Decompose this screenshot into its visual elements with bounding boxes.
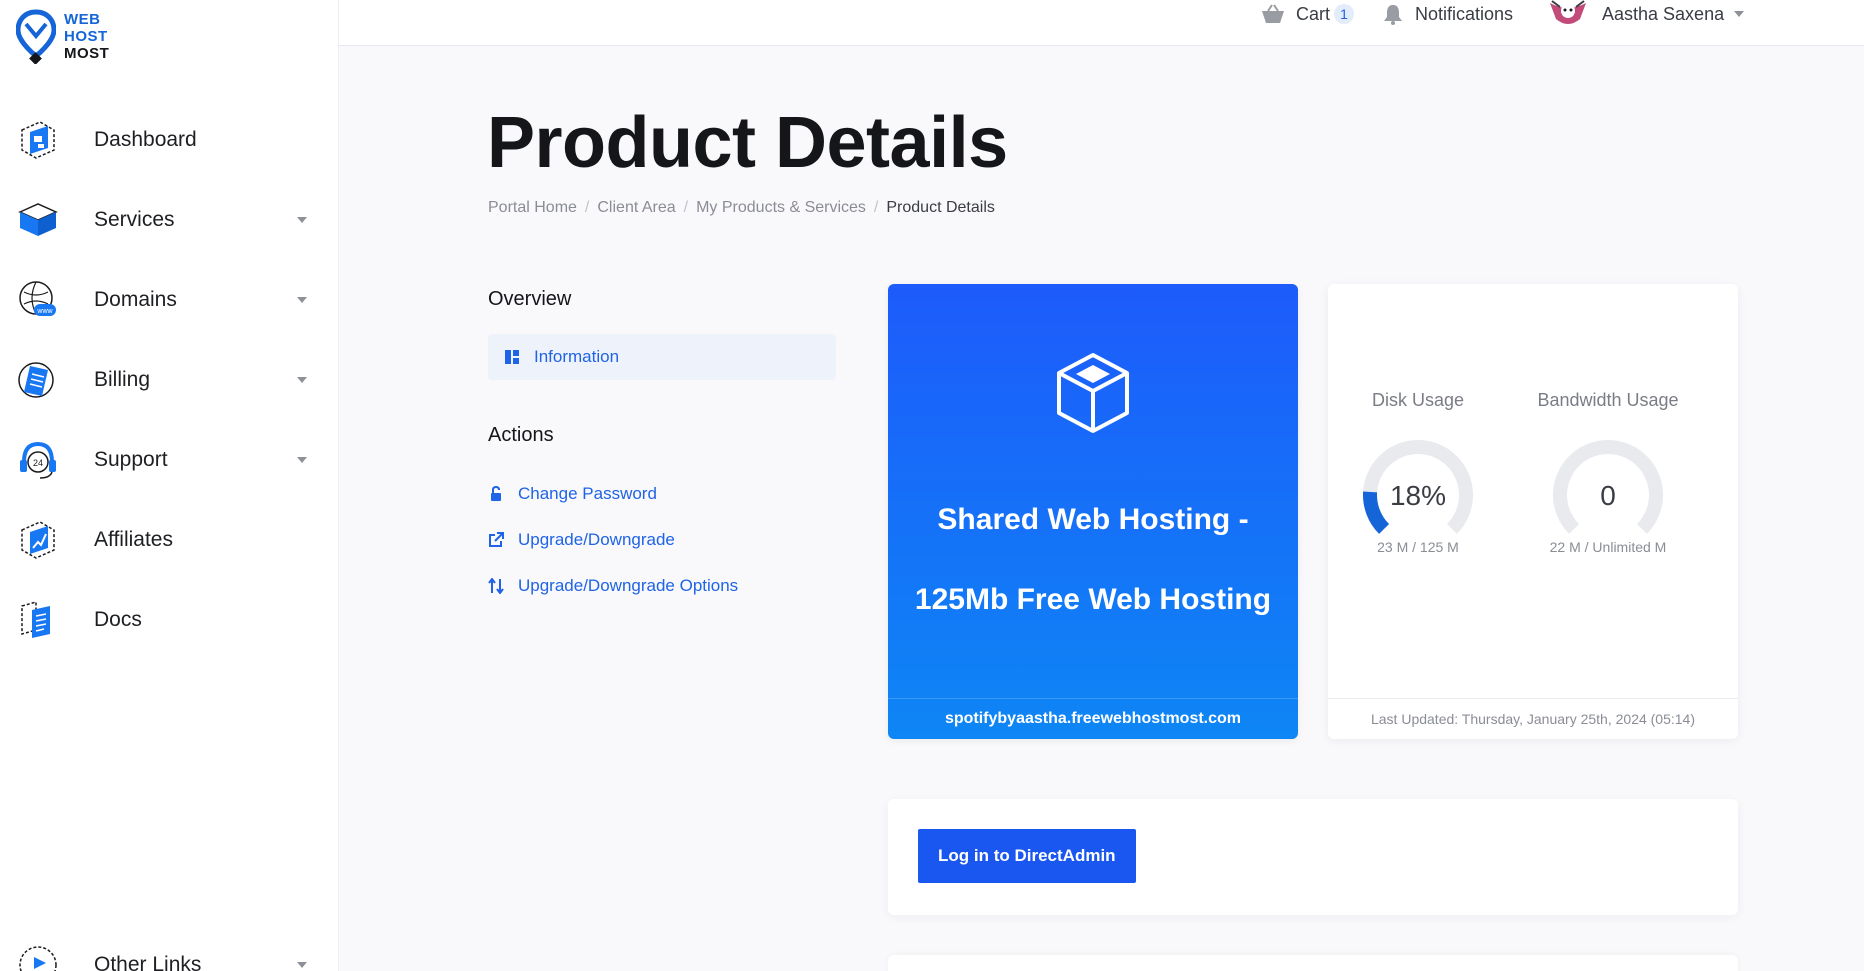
billing-icon (18, 362, 54, 398)
breadcrumb-portal-home[interactable]: Portal Home (488, 199, 577, 217)
disk-usage-title: Disk Usage (1371, 390, 1465, 410)
chevron-down-icon (297, 377, 307, 383)
logo-mark-icon (16, 9, 56, 64)
disk-usage-gauge: Disk Usage 18% 23 M / 125 M (1338, 390, 1498, 555)
chevron-down-icon (297, 962, 307, 968)
brand-logo[interactable]: WEB HOST MOST (16, 8, 109, 64)
disk-usage-detail: 23 M / 125 M (1377, 539, 1459, 555)
breadcrumb-my-products[interactable]: My Products & Services (696, 199, 866, 217)
affiliates-icon (21, 521, 55, 559)
dashboard-icon (21, 121, 55, 159)
chevron-down-icon (297, 457, 307, 463)
bandwidth-usage-value: 0 (1600, 480, 1616, 511)
other-links-icon (19, 946, 57, 971)
usage-last-updated: Last Updated: Thursday, January 25th, 20… (1328, 698, 1738, 739)
action-label: Change Password (518, 484, 657, 503)
disk-usage-fill (1363, 491, 1390, 534)
breadcrumb-separator: / (873, 199, 879, 216)
external-link-icon (489, 532, 504, 547)
svg-text:24: 24 (33, 458, 43, 468)
sidebar-item-billing[interactable]: Billing (0, 340, 339, 420)
svg-text:www: www (36, 308, 53, 315)
user-menu[interactable]: Aastha Saxena (1548, 0, 1745, 28)
bell-icon (1384, 5, 1402, 25)
notifications-label: Notifications (1415, 3, 1514, 24)
overview-heading: Overview (488, 288, 572, 310)
bandwidth-usage-title: Bandwidth Usage (1537, 390, 1679, 410)
usage-card: Disk Usage 18% 23 M / 125 M Bandwidth Us… (1328, 284, 1738, 739)
sidebar-item-label: Dashboard (94, 128, 197, 151)
product-name: Shared Web Hosting - 125Mb Free Web Host… (888, 480, 1298, 640)
upgrade-downgrade-link[interactable]: Upgrade/Downgrade (488, 530, 675, 550)
sidebar-nav: Dashboard Services www Domains Billing 2… (0, 100, 339, 660)
actions-heading: Actions (488, 424, 554, 446)
chevron-down-icon (297, 297, 307, 303)
user-name: Aastha Saxena (1602, 3, 1725, 24)
upgrade-downgrade-options-link[interactable]: Upgrade/Downgrade Options (488, 576, 738, 596)
sidebar-item-affiliates[interactable]: Affiliates (0, 500, 339, 580)
services-icon (18, 203, 58, 236)
sidebar-item-label: Support (94, 448, 168, 471)
notifications-link[interactable]: Notifications (1383, 0, 1513, 28)
sidebar-item-label: Domains (94, 288, 177, 311)
chevron-down-icon (297, 217, 307, 223)
breadcrumb-current: Product Details (886, 199, 995, 216)
action-label: Upgrade/Downgrade (518, 530, 675, 549)
breadcrumb-separator: / (584, 199, 590, 216)
sort-arrows-icon (488, 578, 504, 594)
domains-icon: www (19, 281, 56, 316)
overview-item-information[interactable]: Information (488, 334, 836, 380)
sidebar-item-domains[interactable]: www Domains (0, 260, 339, 340)
sidebar-item-label: Services (94, 208, 175, 231)
sidebar: WEB HOST MOST Dashboard Services www Dom… (0, 0, 339, 971)
avatar (1550, 0, 1586, 24)
sidebar-item-services[interactable]: Services (0, 180, 339, 260)
product-domain: spotifybyaastha.freewebhostmost.com (888, 698, 1298, 739)
breadcrumb: Portal Home / Client Area / My Products … (488, 199, 995, 217)
product-name-line1: Shared Web Hosting - (937, 503, 1249, 536)
logo-line-host: HOST (64, 27, 108, 45)
bandwidth-usage-dial: 0 (1553, 440, 1663, 534)
sidebar-item-dashboard[interactable]: Dashboard (0, 100, 339, 180)
support-icon: 24 (20, 441, 56, 479)
sidebar-item-docs[interactable]: Docs (0, 580, 339, 660)
login-directadmin-button[interactable]: Log in to DirectAdmin (918, 829, 1136, 883)
cart-link[interactable]: Cart 1 (1260, 0, 1355, 28)
disk-usage-dial: 18% (1363, 440, 1473, 534)
dashboard-grid-icon (505, 350, 519, 364)
breadcrumb-client-area[interactable]: Client Area (597, 199, 675, 217)
login-card: Log in to DirectAdmin (888, 799, 1738, 915)
logo-line-web: WEB (64, 10, 101, 28)
topbar: Cart 1 Notifications Aastha Saxena (339, 0, 1864, 46)
cart-count-badge: 1 (1334, 4, 1355, 24)
breadcrumb-separator: / (683, 199, 689, 216)
docs-icon (21, 601, 50, 638)
product-name-line2: 125Mb Free Web Hosting (914, 583, 1272, 616)
sidebar-item-label: Other Links (94, 953, 202, 971)
product-card: Shared Web Hosting - 125Mb Free Web Host… (888, 284, 1298, 739)
disk-usage-value: 18% (1390, 480, 1446, 511)
sidebar-item-label: Affiliates (94, 528, 173, 551)
bandwidth-usage-detail: 22 M / Unlimited M (1549, 539, 1667, 555)
change-password-link[interactable]: Change Password (488, 484, 657, 504)
sidebar-item-label: Billing (94, 368, 151, 391)
chevron-down-icon (1734, 11, 1745, 17)
logo-line-most: MOST (64, 44, 110, 62)
sidebar-item-label: Docs (94, 608, 142, 631)
sidebar-item-support[interactable]: 24 Support (0, 420, 339, 500)
cart-label: Cart (1296, 3, 1331, 24)
logo-text: WEB HOST MOST (64, 11, 109, 62)
page-title: Product Details (487, 103, 1008, 183)
action-label: Upgrade/Downgrade Options (518, 576, 739, 595)
sidebar-item-other-links[interactable]: Other Links (0, 945, 339, 971)
next-card (888, 955, 1738, 971)
cube-icon (1057, 353, 1129, 433)
bandwidth-usage-gauge: Bandwidth Usage 0 22 M / Unlimited M (1528, 390, 1688, 555)
basket-icon (1262, 4, 1284, 23)
unlock-icon (491, 486, 501, 501)
overview-item-label: Information (534, 347, 620, 366)
